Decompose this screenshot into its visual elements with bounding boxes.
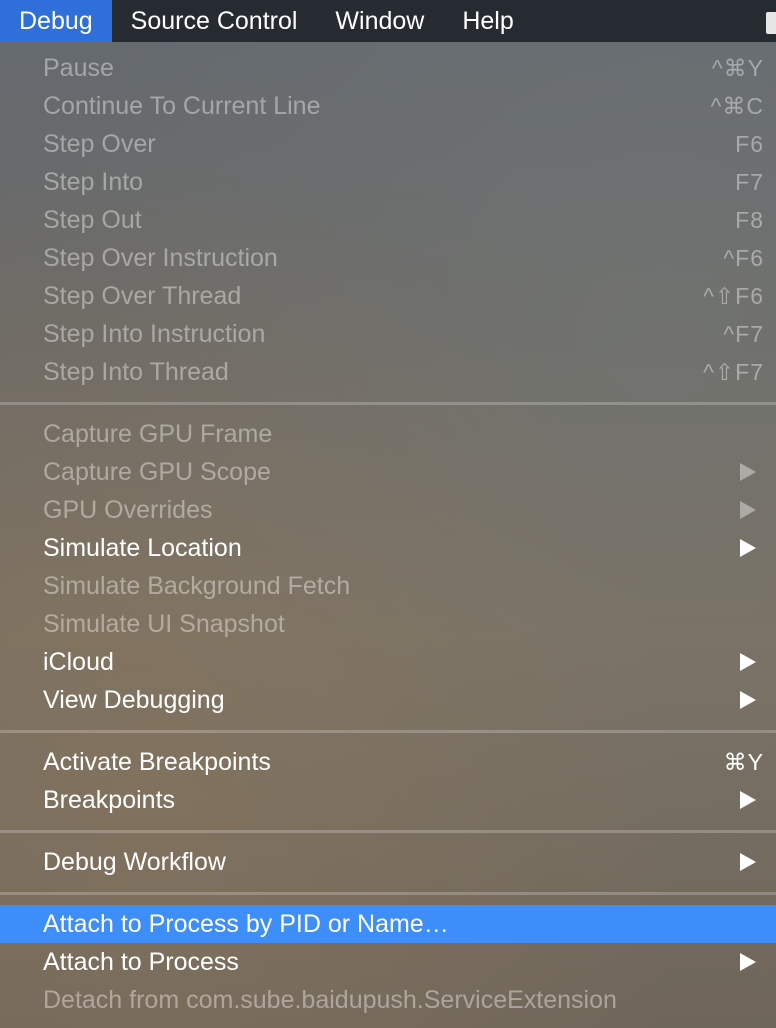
- menu-item-label: Step Into: [43, 167, 144, 196]
- submenu-arrow-icon: [740, 853, 756, 871]
- keyboard-shortcut: F8: [735, 206, 764, 233]
- menubar-source-control[interactable]: Source Control: [112, 0, 317, 42]
- menu-item-label: iCloud: [43, 647, 114, 676]
- menubar-help[interactable]: Help: [443, 0, 532, 42]
- menu-item-step-into-thread: Step Into Thread ^⇧F7: [0, 353, 776, 391]
- menu-item-label: View Debugging: [43, 685, 225, 714]
- keyboard-shortcut: ^⇧F7: [703, 358, 764, 385]
- menu-item-label: Step Into Thread: [43, 357, 229, 386]
- keyboard-shortcut: F7: [735, 168, 764, 195]
- menu-item-debug-workflow[interactable]: Debug Workflow: [0, 843, 776, 881]
- menu-item-detach-from-com-sube-baidupush-serviceextension: Detach from com.sube.baidupush.ServiceEx…: [0, 981, 776, 1019]
- menu-item-breakpoints[interactable]: Breakpoints: [0, 781, 776, 819]
- keyboard-shortcut: ^F6: [723, 244, 764, 271]
- menu-bar: Debug Source Control Window Help: [0, 0, 776, 42]
- menu-item-label: Step Over Instruction: [43, 243, 278, 272]
- menu-item-label: Step Over Thread: [43, 281, 242, 310]
- submenu-arrow-icon: [740, 501, 756, 519]
- menu-item-label: Step Into Instruction: [43, 319, 266, 348]
- menu-item-label: Detach from com.sube.baidupush.ServiceEx…: [43, 985, 617, 1014]
- menu-item-label: Step Out: [43, 205, 142, 234]
- menu-item-step-over-thread: Step Over Thread ^⇧F6: [0, 277, 776, 315]
- menu-item-gpu-overrides: GPU Overrides: [0, 491, 776, 529]
- menu-item-step-out: Step Out F8: [0, 201, 776, 239]
- menu-item-simulate-ui-snapshot: Simulate UI Snapshot: [0, 605, 776, 643]
- menu-item-label: Pause: [43, 53, 114, 82]
- keyboard-shortcut: F6: [735, 130, 764, 157]
- menu-item-label: Simulate Background Fetch: [43, 571, 351, 600]
- keyboard-shortcut: ^⌘Y: [711, 54, 764, 81]
- menu-item-label: Capture GPU Frame: [43, 419, 273, 448]
- keyboard-shortcut: ^⇧F6: [703, 282, 764, 309]
- menu-item-capture-gpu-scope: Capture GPU Scope: [0, 453, 776, 491]
- menu-item-capture-gpu-frame: Capture GPU Frame: [0, 415, 776, 453]
- submenu-arrow-icon: [740, 691, 756, 709]
- menu-item-icloud[interactable]: iCloud: [0, 643, 776, 681]
- menu-item-label: Activate Breakpoints: [43, 747, 271, 776]
- menu-item-step-into-instruction: Step Into Instruction ^F7: [0, 315, 776, 353]
- menu-item-label: Step Over: [43, 129, 156, 158]
- menu-item-step-into: Step Into F7: [0, 163, 776, 201]
- menu-item-attach-to-process[interactable]: Attach to Process: [0, 943, 776, 981]
- debug-menu-dropdown: Pause ^⌘Y Continue To Current Line ^⌘C Step …: [0, 42, 776, 1028]
- menu-item-attach-to-process-by-pid-or-name[interactable]: Attach to Process by PID or Name…: [0, 905, 776, 943]
- menu-item-label: Breakpoints: [43, 785, 176, 814]
- menubar-debug[interactable]: Debug: [0, 0, 112, 42]
- menu-item-activate-breakpoints[interactable]: Activate Breakpoints ⌘Y: [0, 743, 776, 781]
- keyboard-shortcut: ^F7: [723, 320, 764, 347]
- keyboard-shortcut: ⌘Y: [723, 748, 764, 775]
- menu-item-label: Debug Workflow: [43, 847, 226, 876]
- menu-item-simulate-background-fetch: Simulate Background Fetch: [0, 567, 776, 605]
- menu-item-label: Simulate Location: [43, 533, 242, 562]
- menu-item-step-over: Step Over F6: [0, 125, 776, 163]
- menu-item-label: Attach to Process: [43, 947, 239, 976]
- menubar-window[interactable]: Window: [316, 0, 443, 42]
- menu-item-label: Capture GPU Scope: [43, 457, 271, 486]
- menu-item-simulate-location[interactable]: Simulate Location: [0, 529, 776, 567]
- menu-item-label: Continue To Current Line: [43, 91, 321, 120]
- menu-separator: [0, 391, 776, 415]
- submenu-arrow-icon: [740, 791, 756, 809]
- menu-item-view-debugging[interactable]: View Debugging: [0, 681, 776, 719]
- menu-item-pause: Pause ^⌘Y: [0, 49, 776, 87]
- menu-separator: [0, 719, 776, 743]
- menu-item-label: Simulate UI Snapshot: [43, 609, 285, 638]
- submenu-arrow-icon: [740, 463, 756, 481]
- menu-item-label: GPU Overrides: [43, 495, 213, 524]
- submenu-arrow-icon: [740, 539, 756, 557]
- menu-item-continue-to-current-line: Continue To Current Line ^⌘C: [0, 87, 776, 125]
- menu-separator: [0, 881, 776, 905]
- menu-item-step-over-instruction: Step Over Instruction ^F6: [0, 239, 776, 277]
- status-icon-edge[interactable]: [766, 12, 776, 34]
- keyboard-shortcut: ^⌘C: [710, 92, 764, 119]
- submenu-arrow-icon: [740, 953, 756, 971]
- submenu-arrow-icon: [740, 653, 756, 671]
- menu-separator: [0, 819, 776, 843]
- menu-item-label: Attach to Process by PID or Name…: [43, 909, 449, 938]
